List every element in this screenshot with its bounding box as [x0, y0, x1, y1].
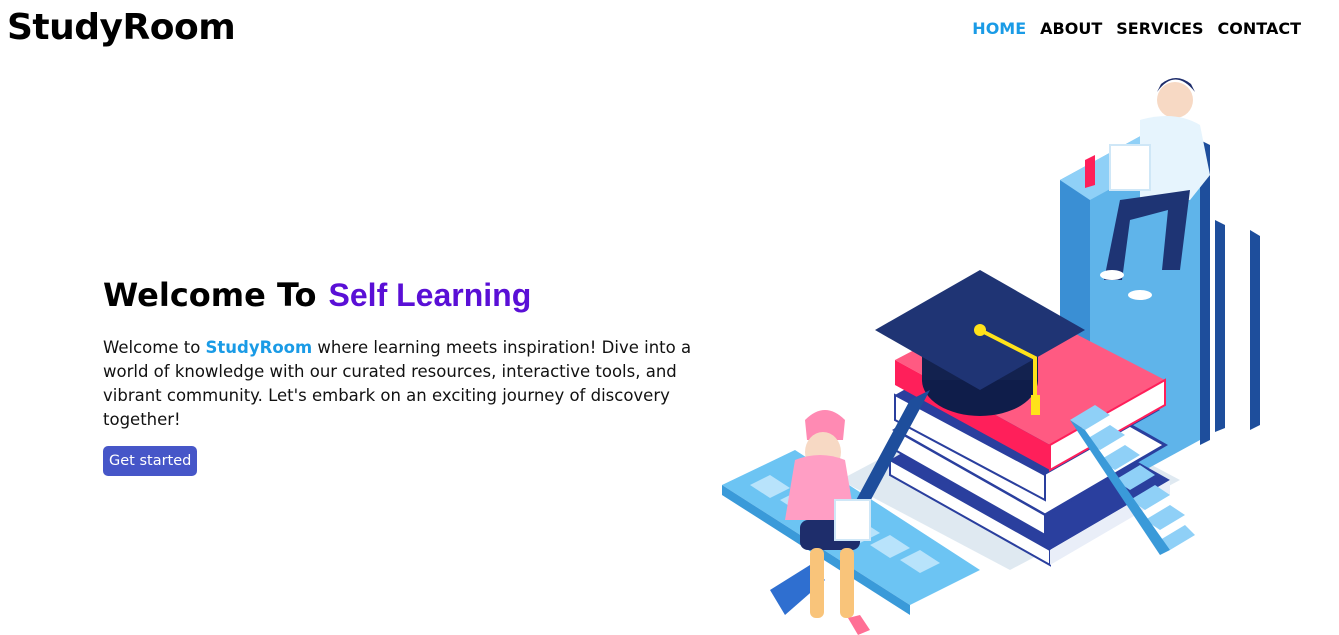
navbar: StudyRoom HOME ABOUT SERVICES CONTACT [0, 0, 1339, 60]
nav-link-services[interactable]: SERVICES [1116, 19, 1203, 38]
hero-text-before: Welcome to [103, 338, 206, 357]
nav-link-about[interactable]: ABOUT [1040, 19, 1102, 38]
hero-title: Welcome To Self Learning [103, 276, 713, 314]
nav-link-home[interactable]: HOME [972, 19, 1026, 38]
brand-logo[interactable]: StudyRoom [7, 7, 236, 48]
study-illustration-icon [710, 60, 1280, 635]
hero-title-accent: Self Learning [328, 277, 532, 313]
hero-description: Welcome to StudyRoom where learning meet… [103, 336, 713, 432]
nav-link-contact[interactable]: CONTACT [1218, 19, 1301, 38]
hero-title-prefix: Welcome To [103, 276, 317, 314]
nav-links: HOME ABOUT SERVICES CONTACT [972, 19, 1301, 38]
hero-section: Welcome To Self Learning Welcome to Stud… [103, 276, 713, 476]
hero-text-brand: StudyRoom [205, 338, 313, 357]
get-started-button[interactable]: Get started [103, 446, 198, 476]
